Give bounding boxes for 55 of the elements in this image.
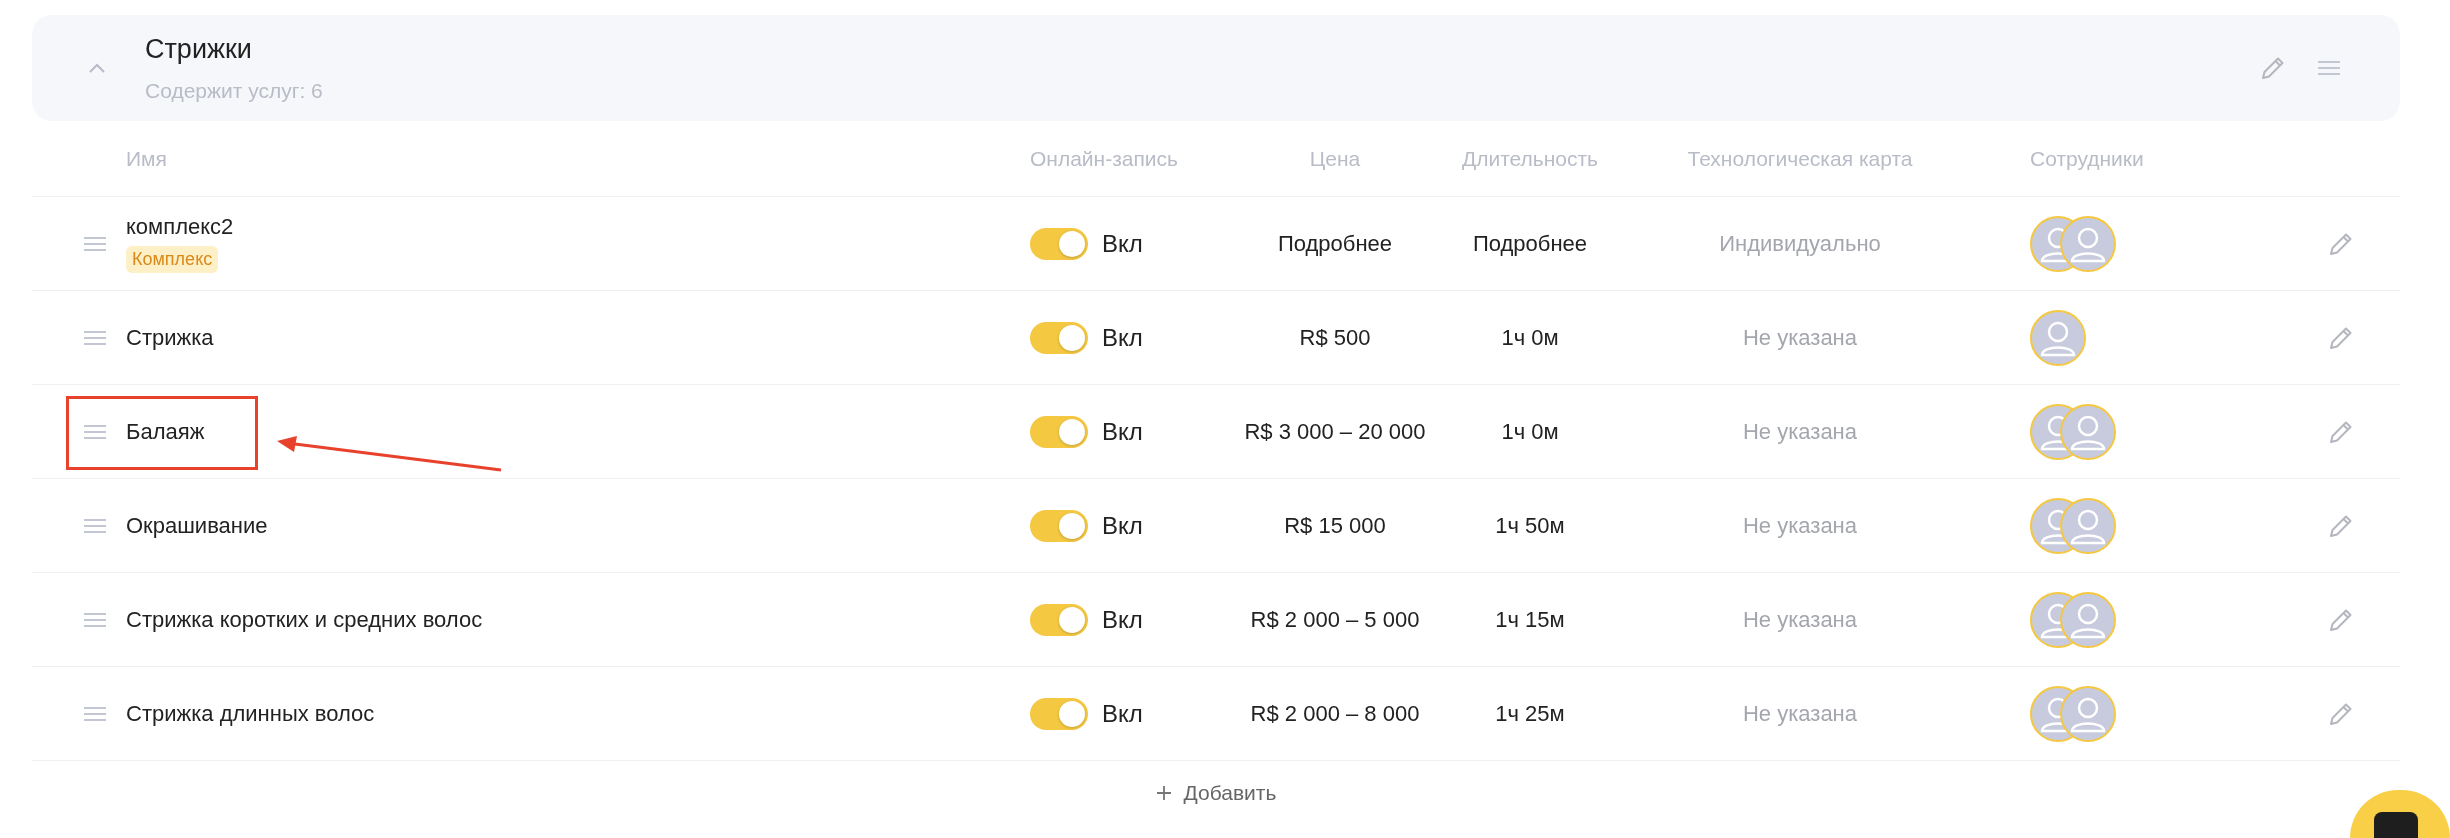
price-text: R$ 3 000 – 20 000	[1244, 418, 1426, 444]
add-button[interactable]: Добавить	[1145, 775, 1287, 811]
service-name: Стрижка длинных волос	[126, 700, 375, 727]
tech-card-text: Не указана	[1742, 512, 1857, 538]
duration-text: 1ч 25м	[1495, 700, 1565, 726]
online-booking-toggle[interactable]	[1030, 603, 1088, 636]
column-header: Технологическая карта	[1687, 146, 1913, 170]
avatar-icon	[2060, 403, 2116, 460]
service-type-tag: Комплекс	[126, 246, 219, 273]
avatar-icon	[2060, 685, 2116, 742]
avatar-icon	[2060, 497, 2116, 554]
duration-text: 1ч 0м	[1501, 418, 1559, 444]
column-header: Цена	[1309, 146, 1361, 170]
avatar-icon	[2060, 591, 2116, 648]
tech-card-text: Не указана	[1742, 324, 1857, 350]
toggle-label: Вкл	[1102, 511, 1143, 540]
duration-text: 1ч 0м	[1501, 324, 1559, 350]
duration-text: 1ч 15м	[1495, 606, 1565, 632]
toggle-label: Вкл	[1102, 605, 1143, 634]
column-header: Имя	[126, 146, 167, 170]
online-booking-toggle[interactable]	[1030, 321, 1088, 354]
service-name: Стрижка	[126, 324, 214, 351]
tech-card-text: Индивидуально	[1719, 230, 1881, 256]
menu-icon[interactable]	[2316, 58, 2342, 78]
toggle-label: Вкл	[1102, 323, 1143, 352]
duration-text: Подробнее	[1472, 230, 1588, 256]
column-header: Длительность	[1461, 146, 1599, 170]
price-text: R$ 2 000 – 5 000	[1250, 606, 1420, 632]
column-header: Онлайн-запись	[1030, 146, 1179, 170]
online-booking-toggle[interactable]	[1030, 509, 1088, 542]
toggle-label: Вкл	[1102, 699, 1143, 728]
service-name: Окрашивание	[126, 512, 268, 539]
tech-card-text: Не указана	[1742, 418, 1857, 444]
price-text: Подробнее	[1277, 230, 1393, 256]
toggle-label: Вкл	[1102, 417, 1143, 446]
price-text: R$ 15 000	[1284, 512, 1386, 538]
price-text: R$ 500	[1299, 324, 1371, 350]
chevron-up-icon[interactable]	[88, 61, 106, 75]
group-title: Стрижки	[145, 33, 253, 65]
column-header: Сотрудники	[2030, 146, 2144, 170]
plus-icon	[1155, 785, 1172, 801]
tech-card-text: Не указана	[1742, 700, 1857, 726]
online-booking-toggle[interactable]	[1030, 697, 1088, 730]
service-name: Балаяж	[126, 418, 205, 445]
price-text: R$ 2 000 – 8 000	[1250, 700, 1420, 726]
avatar-icon	[2030, 309, 2086, 366]
avatar-icon	[2060, 215, 2116, 272]
online-booking-toggle[interactable]	[1030, 415, 1088, 448]
toggle-label: Вкл	[1102, 229, 1143, 258]
service-name: комплекс2	[126, 214, 234, 240]
duration-text: 1ч 50м	[1495, 512, 1565, 538]
service-name: Стрижка коротких и средних волос	[126, 606, 483, 633]
online-booking-toggle[interactable]	[1030, 227, 1088, 260]
tech-card-text: Не указана	[1742, 606, 1857, 632]
group-subtitle: Содержит услуг: 6	[145, 78, 324, 103]
